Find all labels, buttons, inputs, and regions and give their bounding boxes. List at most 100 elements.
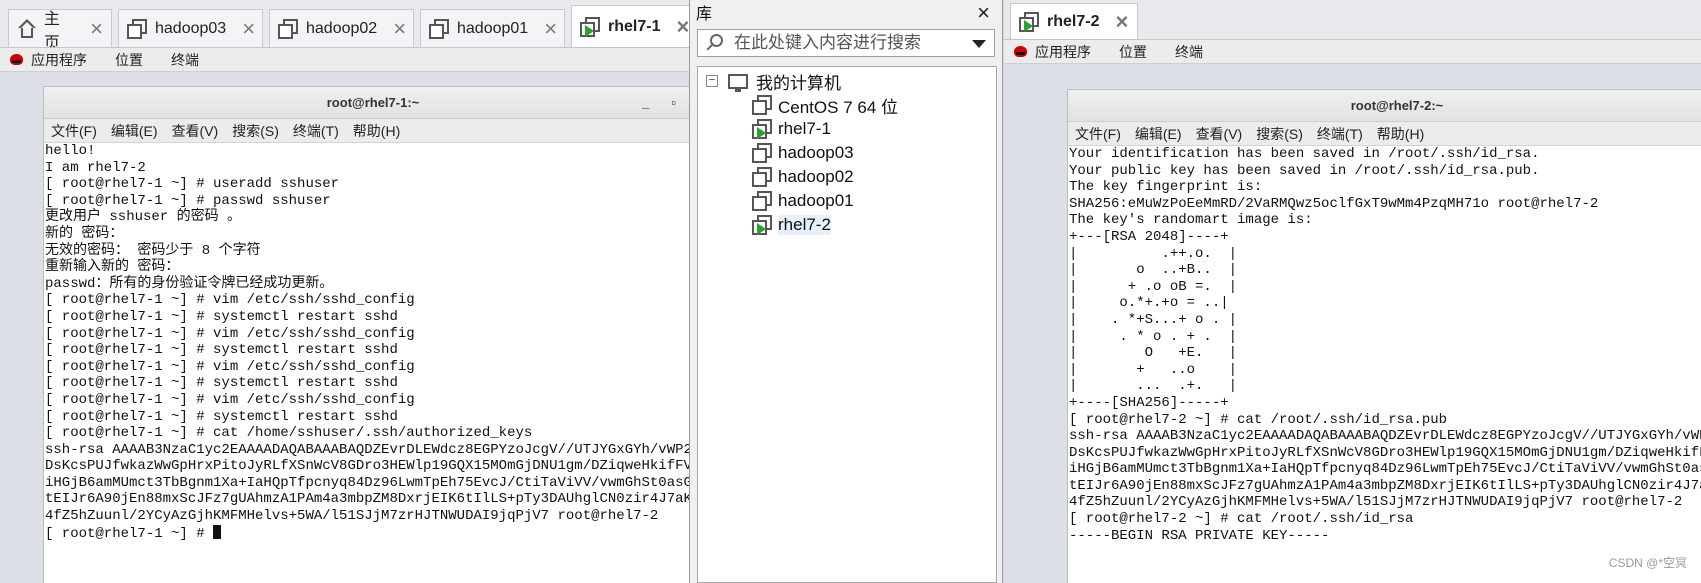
terminal-line: +---[RSA 2048]----+ (1069, 228, 1229, 245)
terminal-line: [ root@rhel7-1 ~] # useradd sshuser (45, 176, 340, 193)
tree-item-hadoop01[interactable]: hadoop01 (698, 189, 996, 213)
terminal-line: DsKcsPUJfwkazWwGpHrxPitoJyRLfXSnWcV8GDro… (1069, 444, 1701, 461)
home-icon (17, 18, 36, 39)
menu-view[interactable]: 查看(V) (172, 121, 219, 141)
tree-item-hadoop02[interactable]: hadoop02 (698, 165, 996, 189)
left-gnome-bar: 应用程序 位置 终端 (0, 48, 689, 72)
terminal-output[interactable]: Your identification has been saved in /r… (1068, 146, 1701, 544)
tree-label: hadoop03 (778, 143, 854, 162)
close-icon[interactable]: × (1115, 10, 1128, 33)
terminal-prompt-line: [ root@rhel7-1 ~] # (45, 524, 689, 543)
tree-item-hadoop03[interactable]: hadoop03 (698, 141, 996, 165)
library-search-input[interactable] (734, 33, 964, 53)
terminal-line: [ root@rhel7-1 ~] # systemctl restart ss… (45, 375, 398, 392)
close-icon[interactable]: × (393, 17, 406, 40)
redhat-icon (10, 54, 23, 65)
terminal-line: iHGjB6amMUmct3TbBgnm1Xa+IaHQpTfpcnyq84Dz… (1069, 461, 1701, 478)
menu-edit[interactable]: 编辑(E) (1135, 124, 1182, 144)
terminal-menu[interactable]: 终端 (1175, 42, 1203, 62)
applications-label: 应用程序 (31, 51, 87, 68)
terminal-line: [ root@rhel7-2 ~] # cat /root/.ssh/id_rs… (1069, 511, 1414, 528)
close-icon[interactable]: × (90, 17, 103, 40)
terminal-line: I am rhel7-2 (45, 159, 146, 176)
vm-running-icon (752, 215, 772, 235)
library-title: 库 (696, 6, 713, 23)
library-header: 库 × (690, 0, 1002, 26)
computer-icon (728, 73, 748, 92)
terminal-line: 无效的密码： 密码少于 8 个字符 (45, 242, 261, 259)
menu-terminal[interactable]: 终端(T) (293, 121, 339, 141)
tree-item-centos[interactable]: CentOS 7 64 位 (698, 93, 996, 117)
tab-label: rhel7-1 (608, 17, 661, 35)
tab-hadoop03[interactable]: hadoop03 × (118, 9, 263, 47)
tree-item-rhel7-2[interactable]: rhel7-2 (698, 213, 996, 237)
vm-icon (752, 191, 772, 211)
places-menu[interactable]: 位置 (1119, 42, 1147, 62)
tab-hadoop02[interactable]: hadoop02 × (269, 9, 414, 47)
left-terminal-window: root@rhel7-1:~ _ ▫ 文件(F) 编辑(E) 查看(V) 搜索(… (43, 86, 689, 583)
tree-label: hadoop01 (778, 191, 854, 210)
collapse-icon[interactable]: − (706, 75, 718, 87)
menu-terminal[interactable]: 终端(T) (1317, 124, 1363, 144)
terminal-line: DsKcsPUJfwkazWwGpHrxPitoJyRLfXSnWcV8GDro… (45, 458, 689, 475)
tree-item-my-computer[interactable]: − 我的计算机 (698, 69, 996, 93)
terminal-line: +----[SHA256]-----+ (1069, 394, 1229, 411)
menu-file[interactable]: 文件(F) (1075, 124, 1121, 144)
tab-rhel7-2[interactable]: rhel7-2 × (1010, 3, 1138, 39)
menu-search[interactable]: 搜索(S) (1256, 124, 1303, 144)
terminal-line: [ root@rhel7-1 ~] # vim /etc/ssh/sshd_co… (45, 292, 415, 309)
tree-label: CentOS 7 64 位 (778, 97, 899, 117)
applications-menu[interactable]: 应用程序 (1014, 42, 1091, 62)
menu-edit[interactable]: 编辑(E) (111, 121, 158, 141)
close-icon[interactable]: × (977, 0, 990, 26)
terminal-titlebar[interactable]: root@rhel7-2:~ (1068, 90, 1701, 122)
library-search-box[interactable] (697, 29, 995, 57)
minimize-button[interactable]: _ (642, 95, 649, 110)
terminal-line: ssh-rsa AAAAB3NzaC1yc2EAAAADAQABAAABAQDZ… (1069, 428, 1701, 445)
tab-rhel7-1[interactable]: rhel7-1 × (571, 5, 689, 47)
applications-label: 应用程序 (1035, 43, 1091, 60)
tab-label: 主页 (43, 10, 60, 48)
menu-help[interactable]: 帮助(H) (353, 121, 400, 141)
close-icon[interactable]: × (676, 15, 689, 38)
vm-icon (752, 167, 772, 187)
terminal-title: root@rhel7-2:~ (1350, 98, 1444, 113)
terminal-line: [ root@rhel7-2 ~] # cat /root/.ssh/id_rs… (1069, 411, 1448, 428)
menu-file[interactable]: 文件(F) (51, 121, 97, 141)
text-cursor (213, 524, 222, 539)
library-panel: 库 × − 我的计算机 CentOS 7 64 位 rhel7-1 (689, 0, 1003, 583)
terminal-line: | o.*+.+o = ..| (1069, 295, 1229, 312)
vm-icon (752, 143, 772, 163)
terminal-line: Your public key has been saved in /root/… (1069, 162, 1540, 179)
menu-help[interactable]: 帮助(H) (1377, 124, 1424, 144)
vm-running-icon (580, 16, 600, 37)
watermark: CSDN @*空冥 (1608, 556, 1687, 570)
tab-home[interactable]: 主页 × (8, 9, 112, 47)
terminal-output[interactable]: hello! I am rhel7-2[ root@rhel7-1 ~] # us… (44, 143, 689, 542)
vm-icon (278, 18, 298, 39)
terminal-line: SHA256:eMuWzPoEeMmRD/2VaRMQwz5oclfGxT9wM… (1069, 195, 1599, 212)
places-menu[interactable]: 位置 (115, 50, 143, 70)
menu-search[interactable]: 搜索(S) (232, 121, 279, 141)
maximize-button[interactable]: ▫ (671, 95, 676, 110)
tree-label: rhel7-1 (778, 119, 831, 138)
terminal-line: [ root@rhel7-1 ~] # systemctl restart ss… (45, 342, 398, 359)
menu-view[interactable]: 查看(V) (1196, 124, 1243, 144)
chevron-down-icon[interactable] (972, 40, 986, 48)
tree-item-rhel7-1[interactable]: rhel7-1 (698, 117, 996, 141)
terminal-line: Your identification has been saved in /r… (1069, 146, 1540, 162)
vm-icon (429, 18, 449, 39)
applications-menu[interactable]: 应用程序 (10, 50, 87, 70)
terminal-menu[interactable]: 终端 (171, 50, 199, 70)
terminal-line: | . * o . + . | (1069, 328, 1238, 345)
tab-hadoop01[interactable]: hadoop01 × (420, 9, 565, 47)
terminal-line: The key's randomart image is: (1069, 212, 1313, 229)
terminal-line: 更改用户 sshuser 的密码 。 (45, 209, 242, 226)
redhat-icon (1014, 46, 1027, 57)
close-icon[interactable]: × (242, 17, 255, 40)
close-icon[interactable]: × (544, 17, 557, 40)
terminal-line: The key fingerprint is: (1069, 179, 1263, 196)
terminal-titlebar[interactable]: root@rhel7-1:~ _ ▫ (44, 87, 689, 119)
terminal-line: | + .o oB =. | (1069, 278, 1238, 295)
vm-running-icon (752, 119, 772, 139)
